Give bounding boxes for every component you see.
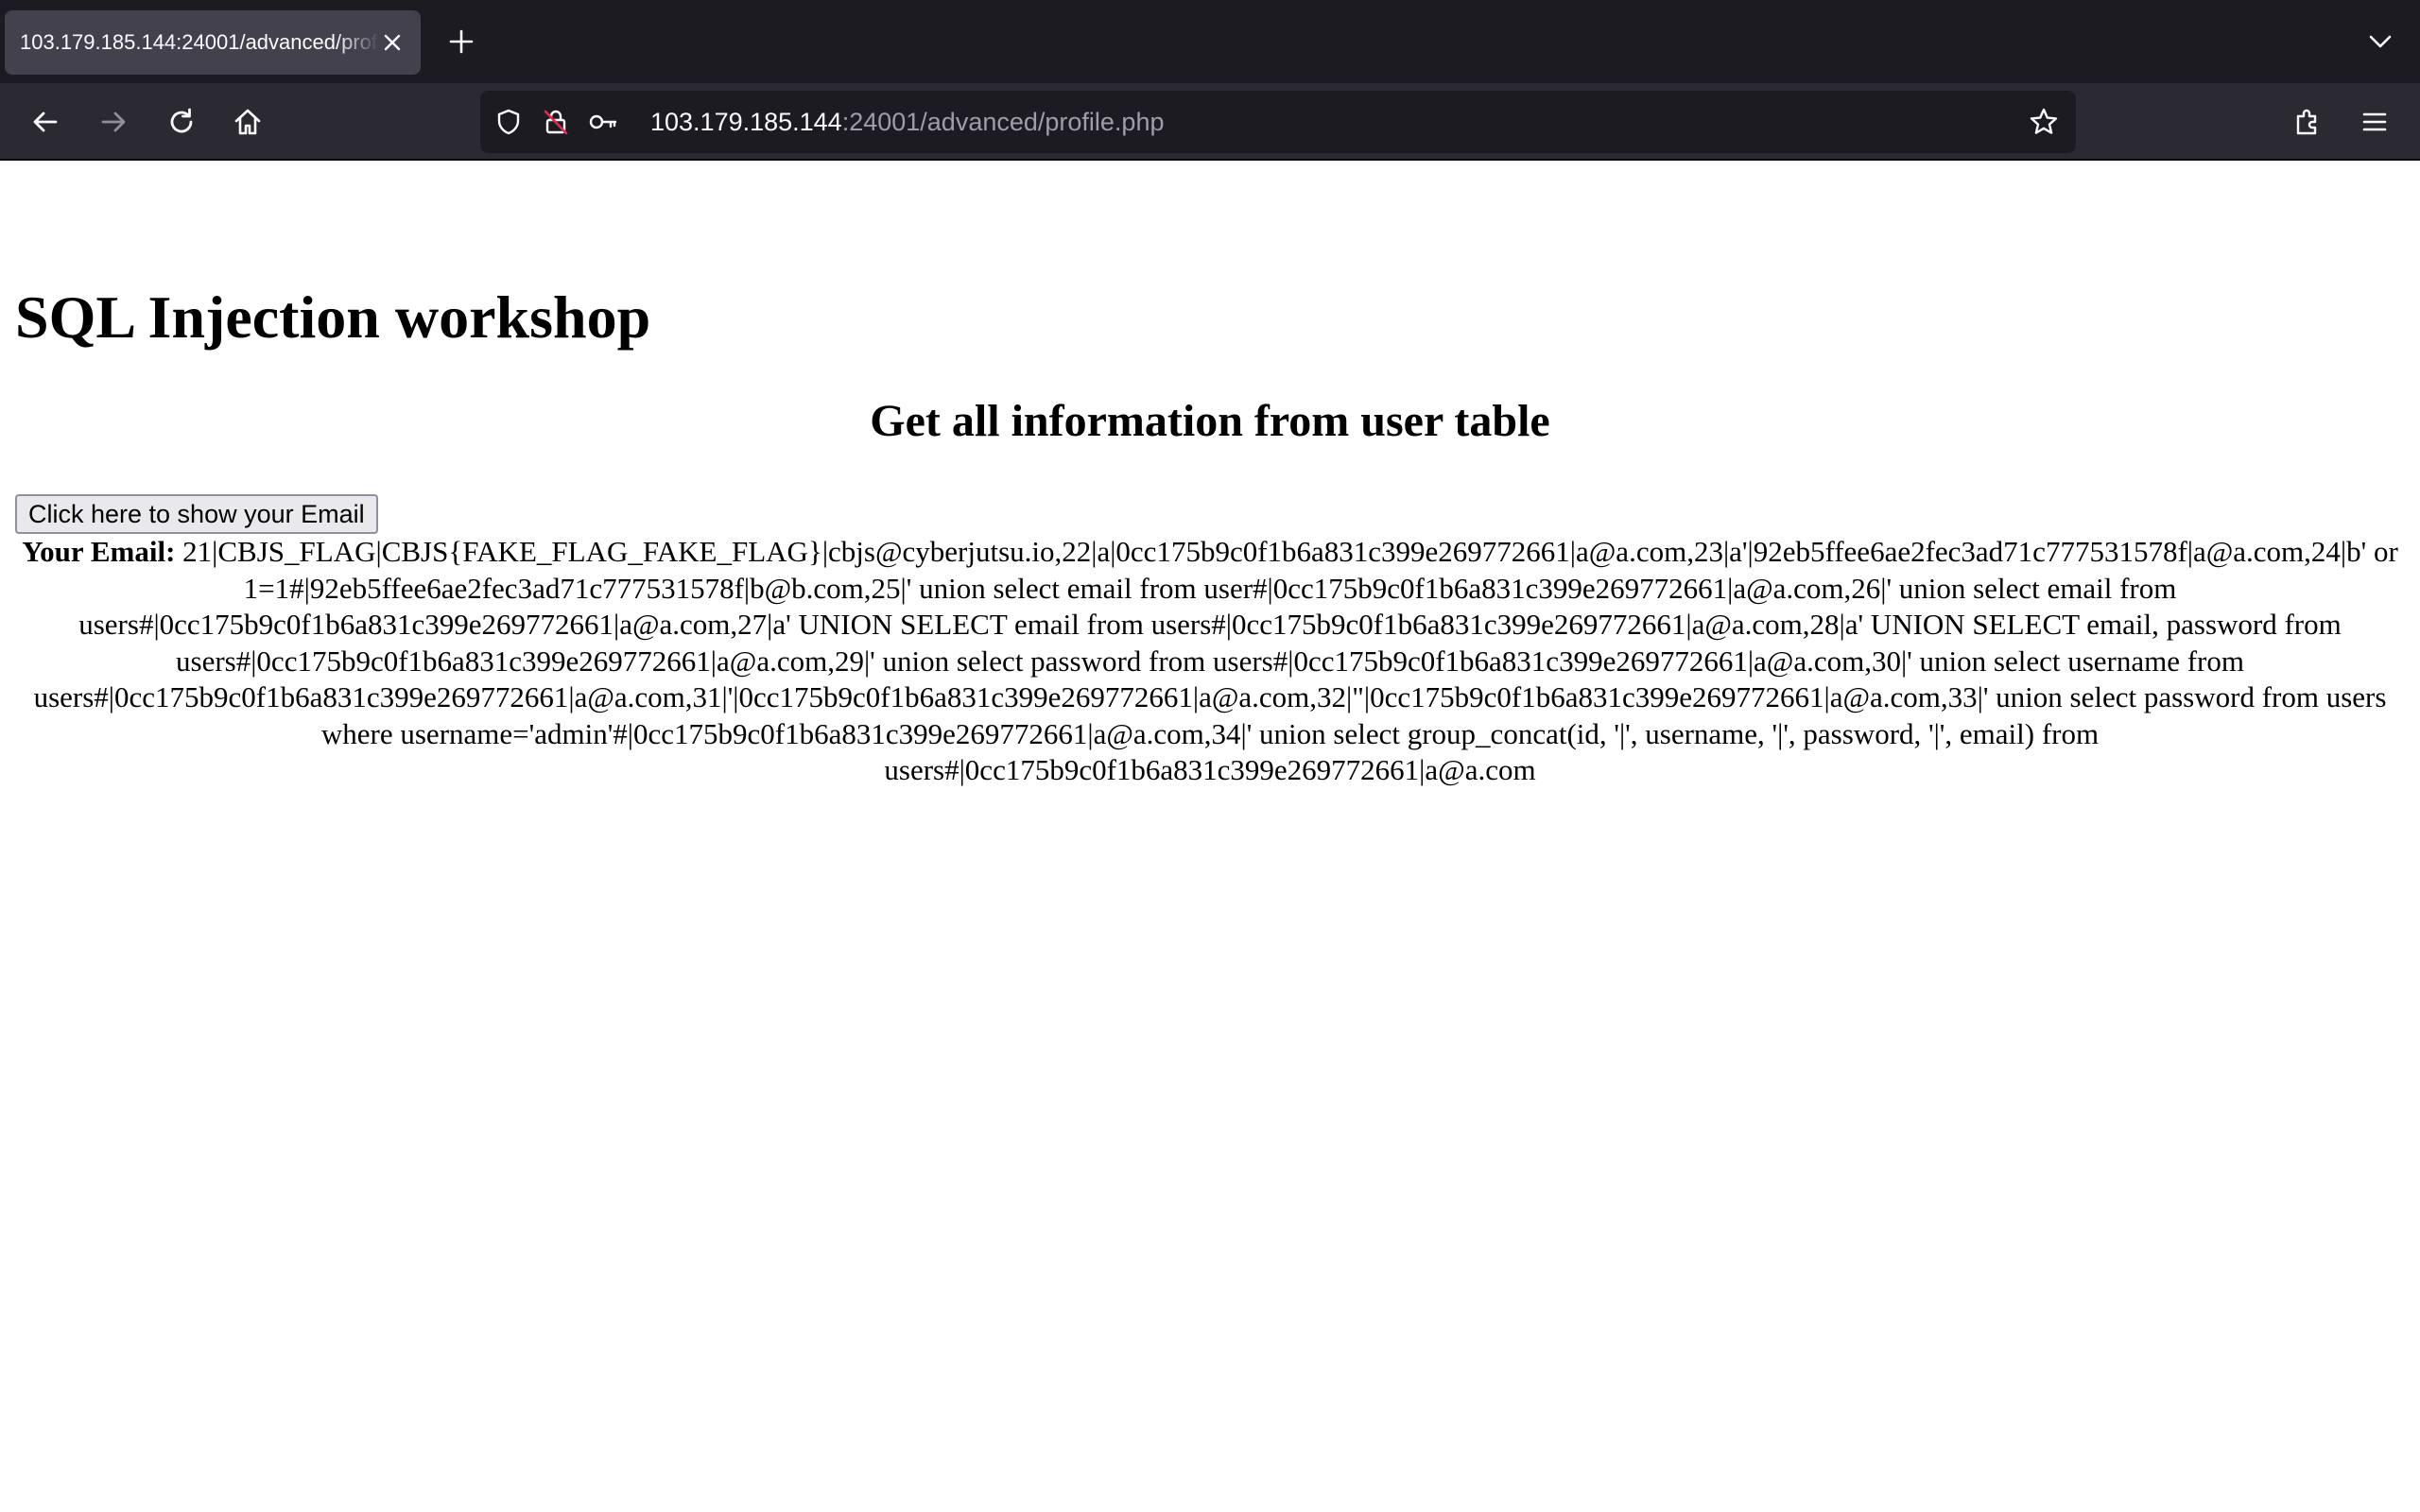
page-title: SQL Injection workshop — [15, 284, 651, 351]
section-title: Get all information from user table — [870, 396, 1550, 446]
url-host: 103.179.185.144 — [650, 108, 842, 136]
arrow-right-icon[interactable] — [93, 101, 134, 143]
reload-icon[interactable] — [161, 101, 202, 143]
plus-icon[interactable] — [444, 25, 478, 59]
show-email-button[interactable]: Click here to show your Email — [15, 494, 378, 534]
key-icon[interactable] — [588, 107, 618, 137]
email-label: Your Email: — [22, 535, 176, 568]
close-icon[interactable] — [381, 31, 404, 54]
shield-icon[interactable] — [493, 107, 524, 137]
tab-bar: 103.179.185.144:24001/advanced/profile.p… — [0, 0, 2420, 83]
navigation-toolbar: 103.179.185.144:24001/advanced/profile.p… — [0, 83, 2420, 161]
tab-title: 103.179.185.144:24001/advanced/profile.p… — [20, 30, 379, 54]
lock-slash-icon[interactable] — [541, 107, 571, 137]
arrow-left-icon[interactable] — [25, 101, 66, 143]
url-text[interactable]: 103.179.185.144:24001/advanced/profile.p… — [650, 91, 1164, 153]
hamburger-menu-icon[interactable] — [2354, 101, 2395, 143]
puzzle-icon[interactable] — [2287, 101, 2328, 143]
url-path: :24001/advanced/profile.php — [841, 108, 1165, 136]
email-result: Your Email: 21|CBJS_FLAG|CBJS{FAKE_FLAG_… — [15, 534, 2405, 789]
email-value: 21|CBJS_FLAG|CBJS{FAKE_FLAG_FAKE_FLAG}|c… — [33, 535, 2398, 786]
home-icon[interactable] — [227, 101, 268, 143]
chevron-down-icon[interactable] — [2363, 25, 2397, 59]
star-icon[interactable] — [2029, 107, 2059, 137]
url-bar[interactable]: 103.179.185.144:24001/advanced/profile.p… — [480, 91, 2076, 153]
page-content: SQL Injection workshop Get all informati… — [0, 161, 2420, 1512]
tab-active[interactable]: 103.179.185.144:24001/advanced/profile.p… — [5, 10, 421, 75]
